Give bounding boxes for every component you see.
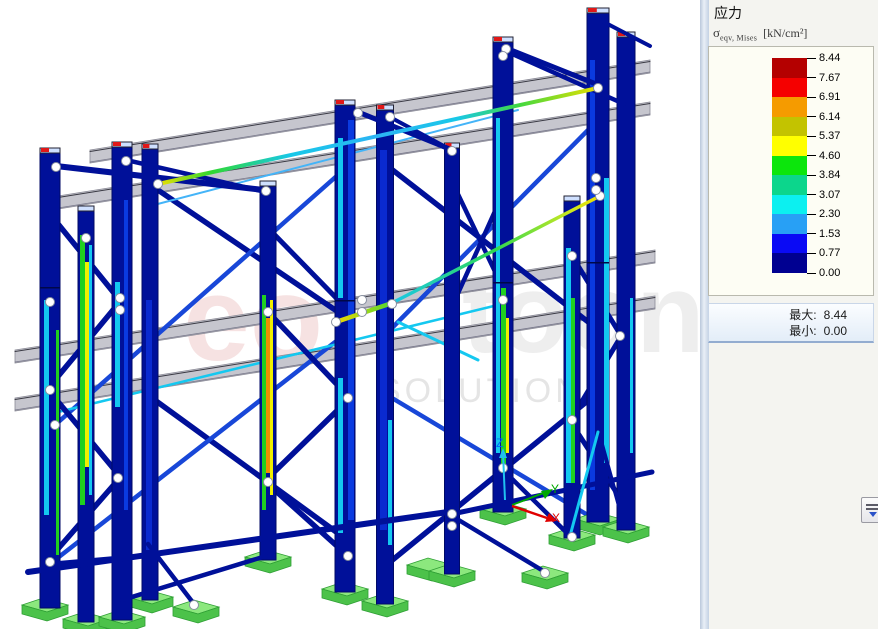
max-value: 8.44 (824, 307, 847, 323)
results-panel: 应力 σeqv, Mises [kN/cm²] 8.447.676.916.145… (709, 0, 878, 629)
stress-legend: 8.447.676.916.145.374.603.843.072.301.53… (708, 46, 874, 296)
quantity-label: σeqv, Mises [kN/cm²] (713, 25, 807, 43)
panel-title: 应力 (714, 3, 742, 23)
stress-model-render: eo toon SOLUTIONS X Y Z (0, 0, 700, 629)
min-label: 最小: (789, 323, 816, 339)
axis-z-label: Z (496, 436, 503, 450)
legend-tick-labels: 8.447.676.916.145.374.603.843.072.301.53… (709, 47, 875, 297)
max-label: 最大: (789, 307, 816, 323)
stress-extremes-box: 最大: 8.44 最小: 0.00 (708, 303, 874, 343)
blue-arrow-icon (869, 512, 877, 517)
table-lines-icon (866, 504, 878, 506)
axis-y-label: Y (551, 482, 559, 496)
unit-label: [kN/cm²] (763, 26, 807, 40)
model-3d-viewport[interactable]: eo toon SOLUTIONS X Y Z (0, 0, 700, 629)
min-value: 0.00 (824, 323, 847, 339)
sigma-symbol: σ (713, 25, 720, 40)
result-table-button[interactable] (861, 497, 878, 523)
sigma-subscript: eqv, Mises (720, 34, 757, 43)
axis-x-label: X (552, 511, 560, 525)
